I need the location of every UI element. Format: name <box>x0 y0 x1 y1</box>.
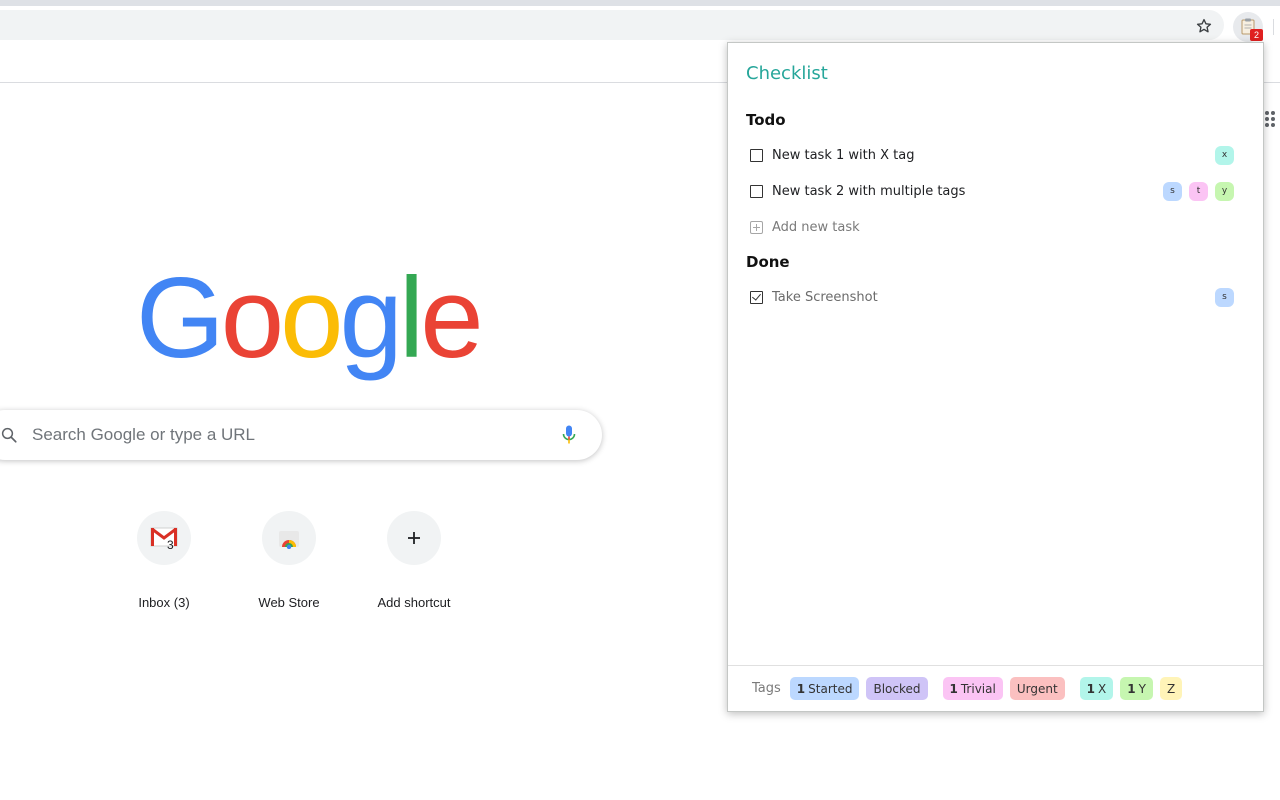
task-checkbox-checked[interactable] <box>750 290 763 304</box>
tag-chip-urgent[interactable]: Urgent <box>1009 677 1065 700</box>
tags-label: Tags <box>752 681 781 696</box>
shortcut-label: Web Store <box>258 595 320 610</box>
task-checkbox[interactable] <box>750 184 763 198</box>
done-heading: Done <box>746 253 790 271</box>
tag-chip-y[interactable]: 1Y <box>1120 677 1153 700</box>
google-logo: Google <box>136 262 484 376</box>
task-checkbox[interactable] <box>750 148 763 162</box>
extension-badge: 2 <box>1250 29 1263 41</box>
shortcut-icon-container <box>387 511 441 565</box>
tag-dot[interactable]: s <box>1215 287 1234 307</box>
tag-dot[interactable]: y <box>1215 181 1234 201</box>
shortcut-label: Add shortcut <box>377 595 451 610</box>
popup-title: Checklist <box>746 63 828 84</box>
logo-letter: G <box>136 255 225 382</box>
tag-dot[interactable]: s <box>1163 181 1182 201</box>
web-store-icon <box>279 531 299 549</box>
chip-count: 1 <box>949 681 958 696</box>
chip-label: Y <box>1138 681 1146 696</box>
chip-label: Z <box>1166 681 1176 696</box>
shortcut-icon-container: 3 <box>137 511 191 565</box>
tag-dot[interactable]: t <box>1189 181 1208 201</box>
logo-letter: o <box>220 255 284 382</box>
chip-count: 1 <box>1127 681 1136 696</box>
tag-chip-trivial[interactable]: 1 Trivial <box>942 677 1003 700</box>
apps-grid-icon[interactable] <box>1264 110 1278 130</box>
tag-chip-blocked[interactable]: Blocked <box>866 677 928 700</box>
chip-count: 1 <box>796 681 806 696</box>
chip-label: Trivial <box>960 681 996 696</box>
tag-chip-started[interactable]: 1 Started <box>789 677 860 700</box>
bookmark-star-icon[interactable] <box>1193 15 1215 37</box>
tag-dot[interactable]: x <box>1215 145 1234 165</box>
search-input[interactable] <box>30 410 530 460</box>
tag-chip-x[interactable]: 1X <box>1079 677 1114 700</box>
todo-task: New task 2 with multiple tags s t y <box>748 179 1234 203</box>
add-task-row[interactable]: Add new task <box>748 215 1234 239</box>
shortcut-icon-container <box>262 511 316 565</box>
task-tags: s t y <box>1163 181 1234 201</box>
shortcut-inbox[interactable]: 3 Inbox (3) <box>108 510 220 610</box>
plus-icon <box>408 532 420 544</box>
shortcut-label: Inbox (3) <box>138 595 190 610</box>
task-tags: s <box>1215 287 1234 307</box>
microphone-icon[interactable] <box>562 425 576 445</box>
checklist-popup: Checklist Todo New task 1 with X tag x N… <box>727 42 1264 712</box>
chip-label: Urgent <box>1016 681 1058 696</box>
shortcut-add[interactable]: Add shortcut <box>358 510 470 610</box>
shortcut-web-store[interactable]: Web Store <box>233 510 345 610</box>
logo-letter: g <box>339 255 403 382</box>
todo-task: New task 1 with X tag x <box>748 143 1234 167</box>
done-task: Take Screenshot s <box>748 285 1234 309</box>
chip-label: X <box>1098 681 1107 696</box>
logo-letter: o <box>280 255 343 382</box>
browser-toolbar: 2 <box>0 6 1280 42</box>
logo-letter: e <box>420 255 483 382</box>
add-task-label[interactable]: Add new task <box>772 220 1234 235</box>
search-icon <box>1 427 17 443</box>
toolbar-divider <box>1273 19 1274 35</box>
task-tags: x <box>1215 145 1234 165</box>
task-text[interactable]: New task 2 with multiple tags <box>772 184 1163 199</box>
task-text[interactable]: Take Screenshot <box>772 290 1215 305</box>
todo-heading: Todo <box>746 111 786 129</box>
search-box[interactable] <box>0 410 602 460</box>
checklist-extension-button[interactable]: 2 <box>1233 12 1263 42</box>
logo-letter: l <box>398 255 424 382</box>
task-text[interactable]: New task 1 with X tag <box>772 148 1215 163</box>
chip-label: Blocked <box>873 681 921 696</box>
chip-label: Started <box>808 681 853 696</box>
chip-count: 1 <box>1086 681 1096 696</box>
tags-footer: Tags 1 Started Blocked 1 Trivial Urgent 1X… <box>728 665 1263 711</box>
tag-chip-z[interactable]: Z <box>1159 677 1183 700</box>
add-task-icon[interactable] <box>750 220 763 234</box>
inbox-count-badge: 3 <box>167 538 174 552</box>
address-bar[interactable] <box>0 10 1224 40</box>
